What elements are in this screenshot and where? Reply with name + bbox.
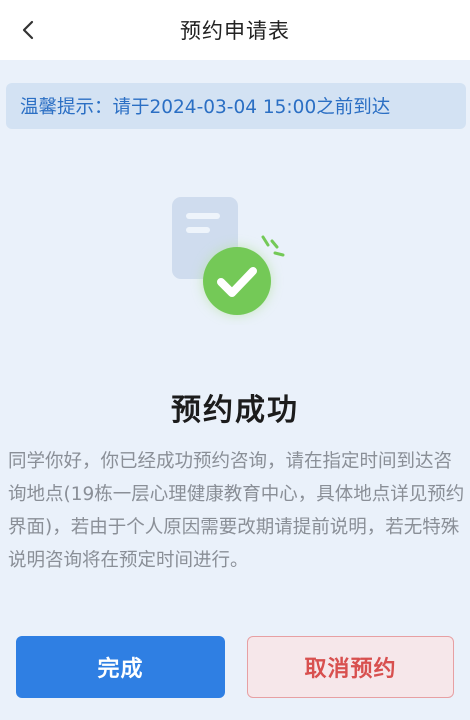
success-title: 预约成功 [171, 393, 299, 428]
back-button[interactable] [8, 10, 48, 50]
cancel-appointment-button[interactable]: 取消预约 [247, 636, 454, 698]
done-button[interactable]: 完成 [16, 636, 225, 698]
success-illustration [172, 197, 285, 315]
reminder-text: 温馨提示：请于2024-03-04 15:00之前到达 [20, 97, 391, 118]
checkmark-circle-icon [203, 247, 271, 315]
chevron-left-icon [22, 20, 34, 40]
reminder-banner: 温馨提示：请于2024-03-04 15:00之前到达 [6, 83, 466, 129]
success-description: 同学你好，你已经成功预约咨询，请在指定时间到达咨询地点(19栋一层心理健康教育中… [8, 451, 465, 571]
page-title: 预约申请表 [180, 19, 290, 43]
sparkle-icon [261, 235, 285, 257]
top-nav-bar: 预约申请表 [0, 0, 470, 60]
